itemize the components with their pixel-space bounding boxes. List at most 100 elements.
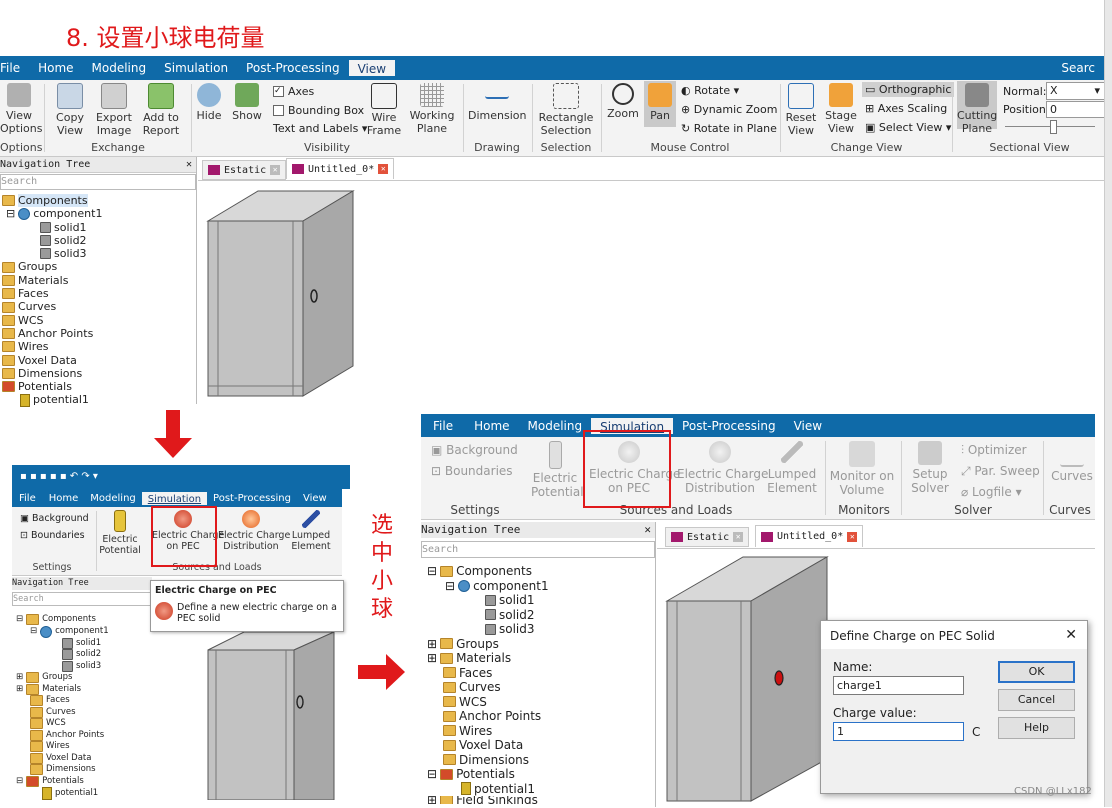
lumped-element-button[interactable]: Lumped Element — [765, 441, 819, 495]
nav-search-input[interactable]: Search — [12, 592, 152, 606]
tree-item[interactable]: Voxel Data — [0, 354, 196, 367]
tree-item[interactable]: Potentials — [0, 380, 196, 393]
menu-post-processing[interactable]: Post-Processing — [673, 419, 785, 433]
rotate-dropdown[interactable]: ◐ Rotate ▾ — [681, 84, 739, 97]
view-options-button[interactable]: View Options — [0, 83, 42, 135]
menu-simulation[interactable]: Simulation — [155, 61, 237, 75]
working-plane-button[interactable]: Working Plane — [408, 83, 456, 135]
tree-item[interactable]: Dimensions — [421, 753, 655, 768]
tree-item[interactable]: solid2 — [12, 649, 152, 661]
tree-item[interactable]: Wires — [0, 340, 196, 353]
tree-item[interactable]: Curves — [12, 707, 152, 719]
wire-frame-button[interactable]: Wire Frame — [366, 83, 402, 137]
hide-button[interactable]: Hide — [195, 83, 223, 122]
menu-modeling[interactable]: Modeling — [519, 419, 592, 433]
tab-untitled[interactable]: Untitled_0* ✕ — [286, 158, 395, 179]
menu-view[interactable]: View — [785, 419, 831, 433]
tab-estatic[interactable]: Estatic ✕ — [665, 527, 750, 547]
menu-file[interactable]: File — [12, 493, 43, 504]
pan-button[interactable]: Pan — [644, 81, 676, 127]
reset-view-button[interactable]: Reset View — [784, 83, 818, 137]
tab-estatic[interactable]: Estatic ✕ — [202, 160, 287, 180]
scrollbar[interactable] — [1104, 0, 1112, 807]
tree-item[interactable]: Wires — [421, 724, 655, 739]
monitor-on-volume-button[interactable]: Monitor on Volume — [829, 441, 895, 497]
tree-item[interactable]: WCS — [0, 314, 196, 327]
close-icon[interactable]: ✕ — [186, 157, 192, 172]
menu-home[interactable]: Home — [465, 419, 518, 433]
dynamic-zoom-button[interactable]: ⊕ Dynamic Zoom — [681, 103, 777, 116]
close-icon[interactable]: ✕ — [1065, 627, 1077, 643]
tree-item[interactable]: Dimensions — [0, 367, 196, 380]
zoom-button[interactable]: Zoom — [607, 83, 639, 120]
close-icon[interactable]: ✕ — [378, 164, 389, 174]
copy-view-button[interactable]: Copy View — [52, 83, 88, 137]
tree-item[interactable]: solid3 — [12, 661, 152, 673]
cancel-button[interactable]: Cancel — [998, 689, 1075, 711]
tree-item[interactable]: Dimensions — [12, 764, 152, 776]
menu-post-processing[interactable]: Post-Processing — [207, 493, 297, 504]
tree-item[interactable]: Anchor Points — [12, 730, 152, 742]
tree-item[interactable]: ⊟ Components — [12, 614, 152, 626]
tree-item[interactable]: ⊞ Materials — [421, 651, 655, 666]
boundaries-button[interactable]: ⊡ Boundaries — [20, 530, 85, 541]
menu-home[interactable]: Home — [29, 61, 82, 75]
tree-item[interactable]: solid2 — [421, 608, 655, 623]
electric-potential-button[interactable]: Electric Potential — [98, 510, 142, 556]
tree-item[interactable]: solid3 — [0, 247, 196, 260]
tree-item[interactable]: ⊞ Groups — [12, 672, 152, 684]
menu-view[interactable]: View — [348, 60, 396, 76]
axes-checkbox[interactable]: ✓ Axes — [273, 85, 314, 98]
tree-item[interactable]: Faces — [421, 666, 655, 681]
name-input[interactable]: charge1 — [833, 676, 964, 695]
show-button[interactable]: Show — [232, 83, 262, 122]
help-button[interactable]: Help — [998, 717, 1075, 739]
menu-home[interactable]: Home — [43, 493, 85, 504]
top-viewport[interactable] — [198, 180, 1104, 405]
tree-item[interactable]: ⊞ Field Sinkings — [421, 796, 655, 804]
tree-item[interactable]: Voxel Data — [421, 738, 655, 753]
cutting-plane-button[interactable]: Cutting Plane — [957, 81, 997, 135]
export-image-button[interactable]: Export Image — [94, 83, 134, 137]
tree-item[interactable]: solid3 — [421, 622, 655, 637]
tree-item[interactable]: Anchor Points — [0, 327, 196, 340]
close-icon[interactable]: ✕ — [644, 522, 651, 538]
search-label[interactable]: Searc — [1052, 61, 1104, 75]
menu-simulation[interactable]: Simulation — [141, 491, 208, 505]
tree-item[interactable]: potential1 — [12, 787, 152, 800]
nav-search-input[interactable]: Search — [0, 174, 196, 190]
tree-item[interactable]: ⊟ component1 — [421, 579, 655, 594]
tree-item[interactable]: Curves — [421, 680, 655, 695]
stage-view-button[interactable]: Stage View — [824, 83, 858, 135]
menu-modeling[interactable]: Modeling — [84, 493, 142, 504]
par-sweep-button[interactable]: ⤢ Par. Sweep — [961, 464, 1040, 479]
tree-item[interactable]: WCS — [12, 718, 152, 730]
tree-item[interactable]: solid2 — [0, 234, 196, 247]
charge-input[interactable]: 1 — [833, 722, 964, 741]
menu-post-processing[interactable]: Post-Processing — [237, 61, 349, 75]
orthographic-button[interactable]: ▭ Orthographic — [862, 82, 955, 97]
tree-item[interactable]: Wires — [12, 741, 152, 753]
ok-button[interactable]: OK — [998, 661, 1075, 683]
select-view-dropdown[interactable]: ▣ Select View ▾ — [865, 121, 951, 134]
curves-button[interactable]: Curves — [1049, 441, 1095, 483]
boundaries-button[interactable]: ⊡ Boundaries — [431, 464, 513, 478]
add-to-report-button[interactable]: Add to Report — [138, 83, 184, 137]
tree-item[interactable]: Faces — [12, 695, 152, 707]
electric-charge-distribution-button[interactable]: Electric Charge Distribution — [218, 510, 290, 552]
axes-scaling-button[interactable]: ⊞ Axes Scaling — [865, 102, 947, 115]
tree-item[interactable]: Anchor Points — [421, 709, 655, 724]
logfile-button[interactable]: ⌀ Logfile ▾ — [961, 485, 1022, 499]
electric-potential-button[interactable]: Electric Potential — [531, 441, 584, 499]
rotate-in-plane-button[interactable]: ↻ Rotate in Plane — [681, 122, 777, 135]
tree-item[interactable]: potential1 — [0, 393, 196, 407]
slider-thumb[interactable] — [1050, 120, 1057, 134]
optimizer-button[interactable]: ⫶ Optimizer — [961, 443, 1027, 458]
menu-view[interactable]: View — [297, 493, 333, 504]
menu-file[interactable]: File — [421, 419, 465, 433]
tree-item[interactable]: Components — [0, 194, 196, 208]
tree-item[interactable]: WCS — [421, 695, 655, 710]
tree-item[interactable]: ⊟ Potentials — [12, 776, 152, 788]
close-icon[interactable]: ✕ — [847, 531, 858, 542]
nav-search-input[interactable]: Search — [421, 541, 655, 558]
